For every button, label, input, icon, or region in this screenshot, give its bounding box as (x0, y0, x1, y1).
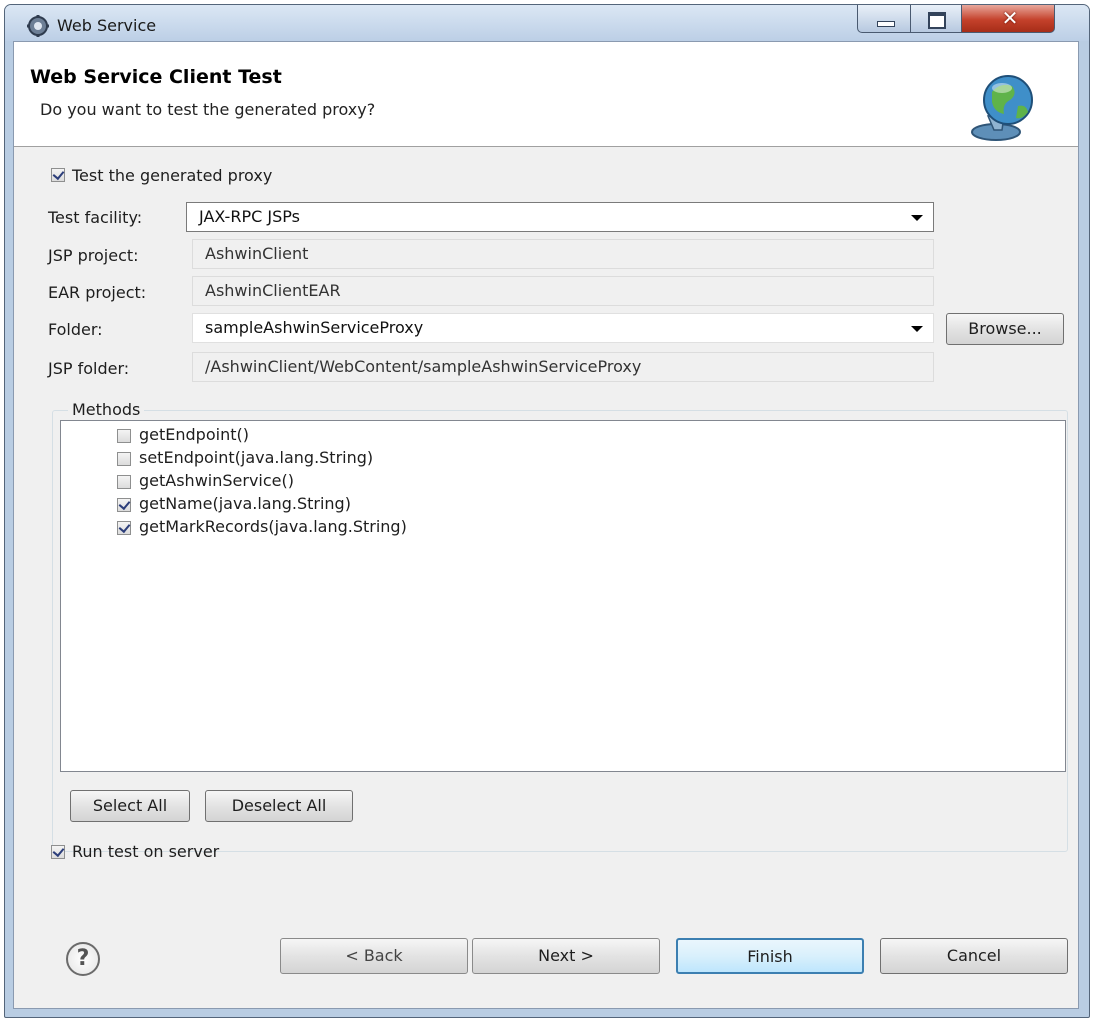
jsp-project-label: JSP project: (48, 246, 139, 265)
ear-project-field[interactable]: AshwinClientEAR (192, 276, 934, 306)
ear-project-value: AshwinClientEAR (205, 281, 341, 300)
close-icon: ✕ (1001, 6, 1019, 30)
close-button[interactable]: ✕ (961, 5, 1055, 33)
select-all-button[interactable]: Select All (70, 790, 190, 822)
help-icon[interactable]: ? (66, 942, 100, 976)
ear-project-label: EAR project: (48, 283, 147, 302)
jsp-project-field[interactable]: AshwinClient (192, 239, 934, 269)
folder-label: Folder: (48, 320, 103, 339)
jsp-folder-field[interactable]: /AshwinClient/WebContent/sampleAshwinSer… (192, 352, 934, 382)
back-label: < Back (345, 946, 403, 965)
cancel-label: Cancel (946, 946, 1002, 965)
next-button[interactable]: Next > (472, 938, 660, 974)
next-label: Next > (538, 946, 594, 965)
browse-button[interactable]: Browse... (946, 313, 1064, 345)
method-label: getEndpoint() (139, 425, 249, 444)
test-proxy-checkbox[interactable] (51, 168, 65, 182)
method-label: getAshwinService() (139, 471, 294, 490)
browse-label: Browse... (968, 319, 1042, 338)
maximize-icon (928, 12, 946, 29)
method-checkbox[interactable] (117, 452, 131, 466)
maximize-button[interactable] (910, 5, 962, 33)
wizard-window: Web Service ✕ Web Service Client Test Do… (4, 4, 1090, 1018)
jsp-folder-label: JSP folder: (48, 359, 130, 378)
cancel-button[interactable]: Cancel (880, 938, 1068, 974)
test-facility-value: JAX-RPC JSPs (199, 207, 300, 226)
jsp-folder-value: /AshwinClient/WebContent/sampleAshwinSer… (205, 357, 642, 376)
select-all-label: Select All (92, 796, 168, 815)
method-label: setEndpoint(java.lang.String) (139, 448, 374, 467)
window-title: Web Service (57, 16, 157, 35)
minimize-icon (877, 21, 895, 27)
finish-label: Finish (747, 947, 793, 966)
methods-legend: Methods (68, 400, 145, 419)
method-checkbox[interactable] (117, 429, 131, 443)
gear-icon (27, 15, 49, 37)
web-service-globe-icon (971, 75, 1033, 141)
title-bar[interactable]: Web Service ✕ (5, 5, 1089, 41)
page-description: Do you want to test the generated proxy? (40, 100, 376, 119)
back-button[interactable]: < Back (280, 938, 468, 974)
deselect-all-button[interactable]: Deselect All (205, 790, 353, 822)
finish-button[interactable]: Finish (676, 938, 864, 974)
test-proxy-label: Test the generated proxy (72, 166, 273, 185)
folder-value: sampleAshwinServiceProxy (205, 318, 424, 337)
wizard-banner: Web Service Client Test Do you want to t… (14, 42, 1078, 147)
method-label: getName(java.lang.String) (139, 494, 351, 513)
deselect-all-label: Deselect All (231, 796, 327, 815)
jsp-project-value: AshwinClient (205, 244, 309, 263)
run-test-label: Run test on server (72, 842, 220, 861)
method-checkbox[interactable] (117, 475, 131, 489)
methods-list[interactable]: getEndpoint() setEndpoint(java.lang.Stri… (60, 420, 1066, 772)
method-label: getMarkRecords(java.lang.String) (139, 517, 407, 536)
page-title: Web Service Client Test (30, 66, 282, 88)
method-checkbox[interactable] (117, 521, 131, 535)
method-checkbox[interactable] (117, 498, 131, 512)
test-facility-dropdown[interactable]: JAX-RPC JSPs (186, 202, 934, 232)
folder-dropdown[interactable]: sampleAshwinServiceProxy (192, 313, 934, 343)
test-facility-label: Test facility: (48, 208, 143, 227)
chevron-down-icon (911, 326, 923, 332)
wizard-page: Web Service Client Test Do you want to t… (13, 41, 1079, 1009)
chevron-down-icon (911, 215, 923, 221)
minimize-button[interactable] (857, 5, 911, 33)
run-test-checkbox[interactable] (51, 845, 65, 859)
